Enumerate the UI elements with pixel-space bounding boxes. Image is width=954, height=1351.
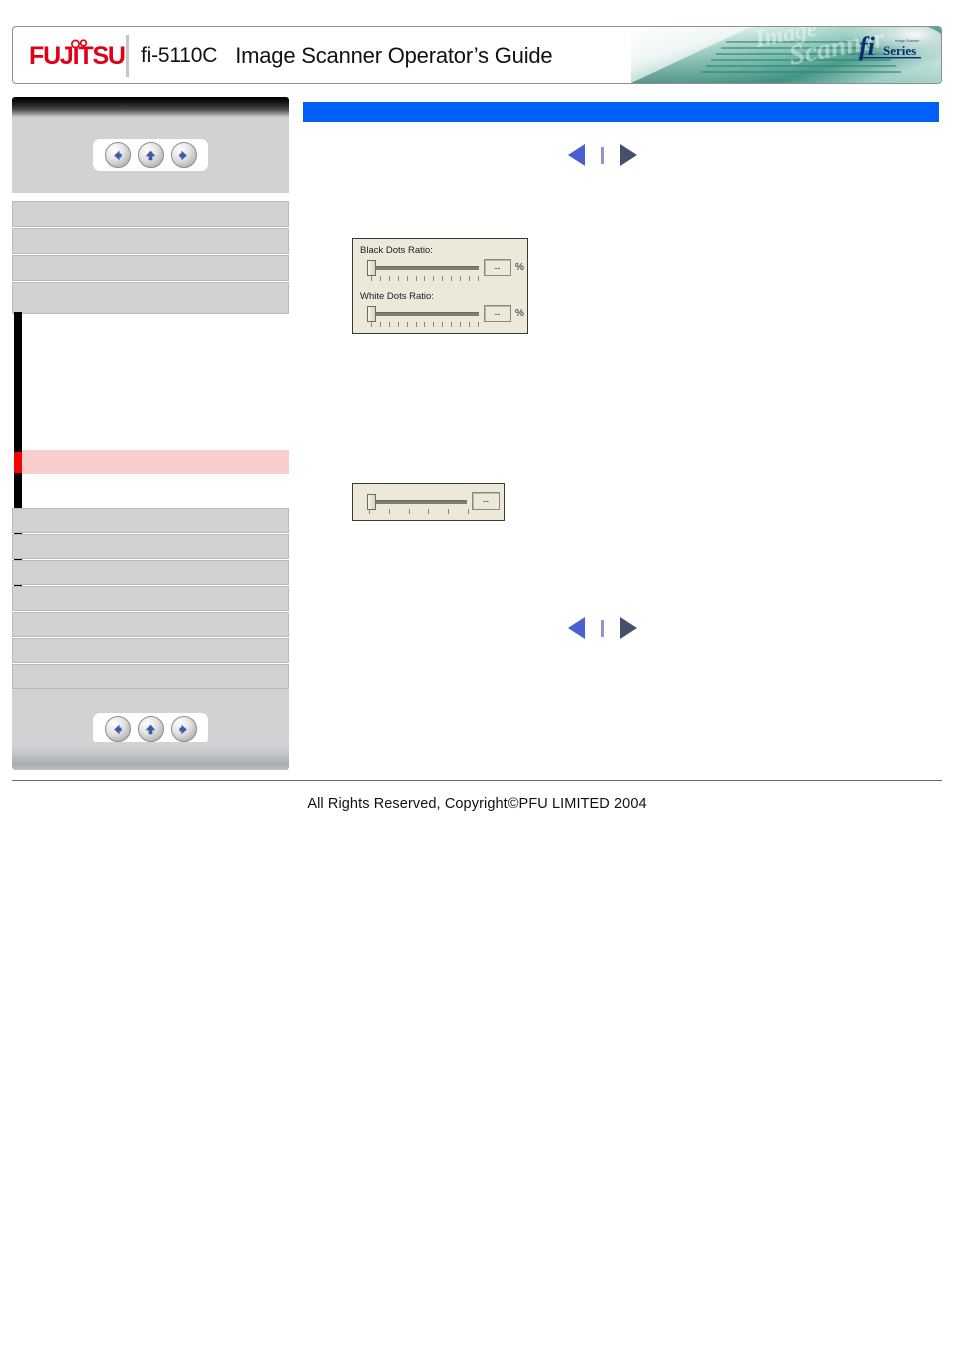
sidebar-item-10[interactable]: [12, 638, 289, 663]
sidebar-item-7[interactable]: [12, 560, 289, 585]
svg-text:Image Scanner: Image Scanner: [895, 39, 920, 43]
forward-button-bottom[interactable]: [170, 716, 197, 742]
up-button-top[interactable]: [137, 142, 164, 168]
page-title: Image Scanner Operator’s Guide: [235, 43, 553, 68]
sidebar-item-5[interactable]: [12, 508, 289, 533]
sidebar-bottom-decoration: [12, 742, 289, 770]
pager-bar-icon: [601, 146, 604, 164]
black-dots-percent-label: %: [515, 262, 524, 273]
sidebar-item-6[interactable]: [12, 534, 289, 559]
forward-button-top[interactable]: [170, 142, 197, 168]
white-dots-slider-ticks: [371, 322, 479, 327]
sidebar-item-9[interactable]: [12, 612, 289, 637]
white-dots-slider-track[interactable]: [371, 312, 479, 316]
copyright-notice: All Rights Reserved, Copyright©PFU LIMIT…: [307, 796, 647, 812]
sidebar-item-3[interactable]: [12, 255, 289, 281]
dots-ratio-dialog-screenshot: Black Dots Ratio: -- % White Dots Ratio:…: [352, 238, 528, 334]
fi-series-banner-icon: Image Scanner fi Series Image Scanner: [631, 27, 941, 83]
arrow-right-icon: [179, 724, 187, 734]
triangle-left-icon[interactable]: [568, 617, 585, 639]
fujitsu-dots-icon: [71, 39, 88, 49]
main-content: Black Dots Ratio: -- % White Dots Ratio:…: [303, 97, 942, 770]
triangle-left-icon[interactable]: [568, 144, 585, 166]
black-dots-ratio-field[interactable]: --: [484, 259, 511, 276]
sidebar-nav-zone-top: [12, 117, 289, 193]
footer-divider: [12, 780, 942, 781]
white-dots-ratio-label: White Dots Ratio:: [360, 291, 434, 302]
white-dots-ratio-field[interactable]: --: [484, 305, 511, 322]
section-title-bar: [303, 102, 939, 122]
single-slider-ticks: [369, 509, 469, 514]
arrow-right-icon: [179, 150, 187, 160]
single-slider-thumb[interactable]: [367, 494, 376, 510]
black-dots-slider-ticks: [371, 276, 479, 281]
up-button-bottom[interactable]: [137, 716, 164, 742]
sidebar-item-selected[interactable]: [22, 450, 289, 474]
arrow-left-icon: [114, 724, 122, 734]
black-dots-slider-track[interactable]: [371, 266, 479, 270]
nav-buttons-bottom: [93, 713, 208, 745]
arrow-up-icon: [145, 724, 156, 734]
fujitsu-logo: FUJITSU: [29, 39, 126, 71]
single-slider-dialog-screenshot: --: [352, 483, 505, 521]
pager-top: [568, 144, 637, 166]
triangle-right-icon[interactable]: [620, 617, 637, 639]
pager-bottom: [568, 617, 637, 639]
white-dots-percent-label: %: [515, 308, 524, 319]
scanner-model-label: fi-5110C: [141, 44, 218, 67]
black-dots-ratio-label: Black Dots Ratio:: [360, 245, 433, 256]
triangle-right-icon[interactable]: [620, 144, 637, 166]
fi-series-banner: Image Scanner fi Series Image Scanner: [631, 27, 941, 83]
sidebar-item-11[interactable]: [12, 664, 289, 689]
pager-bar-icon: [601, 619, 604, 637]
white-dots-slider-thumb[interactable]: [367, 306, 376, 322]
document-header: FUJITSU fi-5110C Image Scanner Operator’…: [12, 26, 942, 84]
nav-buttons-top: [93, 139, 208, 171]
back-button-bottom[interactable]: [104, 716, 131, 742]
header-divider: [126, 35, 129, 77]
selected-item-marker: [14, 452, 22, 473]
arrow-left-icon: [114, 150, 122, 160]
svg-text:Series: Series: [883, 43, 916, 58]
sidebar-item-8[interactable]: [12, 586, 289, 611]
single-slider-field[interactable]: --: [472, 492, 500, 510]
header-title-group: fi-5110C Image Scanner Operator’s Guide: [141, 39, 553, 73]
navigation-sidebar: [12, 97, 289, 770]
back-button-top[interactable]: [104, 142, 131, 168]
single-slider-track[interactable]: [371, 500, 467, 504]
svg-text:fi: fi: [859, 32, 876, 61]
sidebar-item-2[interactable]: [12, 228, 289, 254]
sidebar-top-decoration: [12, 97, 289, 117]
arrow-up-icon: [145, 150, 156, 160]
black-dots-slider-thumb[interactable]: [367, 260, 376, 276]
sidebar-item-1[interactable]: [12, 201, 289, 227]
sidebar-item-4[interactable]: [12, 282, 289, 314]
